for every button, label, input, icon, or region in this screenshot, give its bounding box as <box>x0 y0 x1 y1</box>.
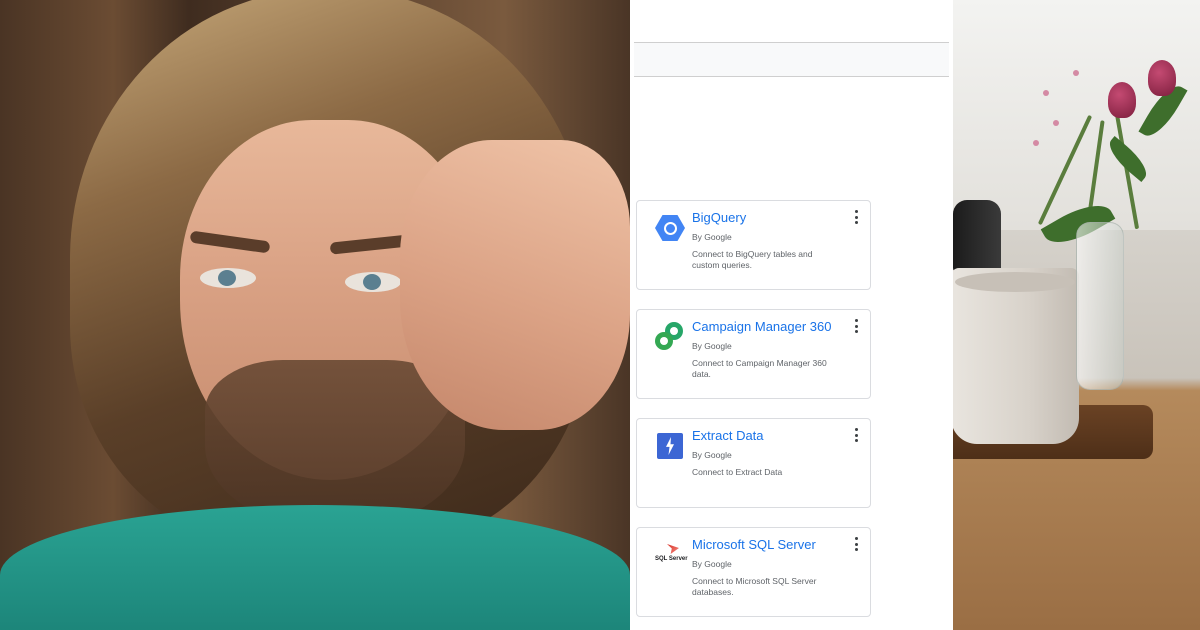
connector-description: Connect to Extract Data <box>692 467 783 477</box>
small-bud <box>1043 90 1049 96</box>
connector-author: By Google <box>692 232 732 242</box>
extract-data-icon <box>655 431 685 461</box>
small-bud <box>1073 70 1079 76</box>
connector-title[interactable]: Microsoft SQL Server <box>692 537 816 552</box>
connector-description: Connect to BigQuery tables and custom qu… <box>692 249 813 270</box>
connector-card-campaign-manager[interactable]: Campaign Manager 360 By Google Connect t… <box>636 309 871 399</box>
connector-author: By Google <box>692 341 732 351</box>
tulip-flower <box>1148 60 1176 96</box>
connector-title[interactable]: BigQuery <box>692 210 746 225</box>
more-options-icon[interactable] <box>851 210 861 224</box>
left-eye <box>200 268 256 288</box>
connector-description: Connect to Campaign Manager 360 data. <box>692 358 827 379</box>
sql-server-icon: SQL Server <box>655 540 688 570</box>
tulip-flower <box>1108 82 1136 118</box>
more-options-icon[interactable] <box>851 319 861 333</box>
connector-title[interactable]: Campaign Manager 360 <box>692 319 831 334</box>
teal-shirt <box>0 505 630 630</box>
bigquery-icon <box>655 213 685 243</box>
divider <box>634 42 949 43</box>
connector-card-bigquery[interactable]: BigQuery By Google Connect to BigQuery t… <box>636 200 871 290</box>
connector-title[interactable]: Extract Data <box>692 428 764 443</box>
more-options-icon[interactable] <box>851 537 861 551</box>
pepper-grinder <box>953 200 1001 272</box>
small-bud <box>1033 140 1039 146</box>
divider <box>634 76 949 77</box>
more-options-icon[interactable] <box>851 428 861 442</box>
glass-vase <box>1076 222 1124 390</box>
ceramic-cup <box>953 268 1079 444</box>
man-photo <box>0 0 630 630</box>
connector-description: Connect to Microsoft SQL Server database… <box>692 576 817 597</box>
hand <box>400 140 630 430</box>
connector-author: By Google <box>692 450 732 460</box>
connector-author: By Google <box>692 559 732 569</box>
small-bud <box>1053 120 1059 126</box>
right-eye <box>345 272 401 292</box>
campaign-manager-icon <box>655 322 685 352</box>
toolbar-strip <box>634 43 949 76</box>
table-photo <box>953 0 1200 630</box>
connector-card-extract-data[interactable]: Extract Data By Google Connect to Extrac… <box>636 418 871 508</box>
connector-panel: BigQuery By Google Connect to BigQuery t… <box>630 0 953 630</box>
connector-card-sql-server[interactable]: SQL Server Microsoft SQL Server By Googl… <box>636 527 871 617</box>
